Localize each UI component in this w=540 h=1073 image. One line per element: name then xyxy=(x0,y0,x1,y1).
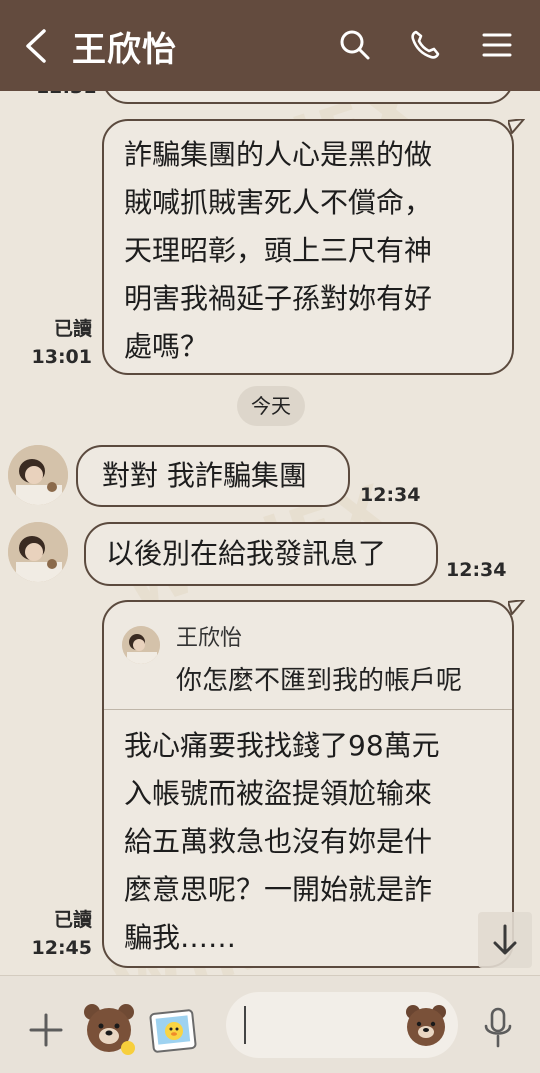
message-time: 13:01 xyxy=(31,346,92,368)
message-input[interactable] xyxy=(226,992,458,1058)
read-receipt-label: 已讀 xyxy=(53,909,92,931)
plus-icon[interactable] xyxy=(28,1012,64,1048)
phone-icon[interactable] xyxy=(408,28,442,62)
avatar-photo-icon xyxy=(122,626,160,664)
message-time: 12:34 xyxy=(446,559,507,581)
contact-avatar[interactable] xyxy=(8,522,68,582)
message-text: 我心痛要我找錢了98萬元 入帳號而被盜提領尬输來 給五萬救急也沒有妳是什 麼意思… xyxy=(124,729,440,954)
chat-area[interactable]: WikiFX WikiFX WikiFX 12:31 詐騙集團的人心是黑的做 賊… xyxy=(0,91,540,975)
back-chevron-icon[interactable] xyxy=(22,28,50,64)
chat-header: 王欣怡 xyxy=(0,0,540,91)
scroll-to-bottom-button[interactable] xyxy=(478,912,532,968)
message-bubble-received[interactable]: 對對 我詐騙集團 xyxy=(76,445,350,507)
microphone-icon[interactable] xyxy=(482,1006,514,1050)
bubble-tail-icon xyxy=(508,119,525,134)
reply-quote[interactable]: 王欣怡 你怎麼不匯到我的帳戶呢 xyxy=(104,602,512,710)
avatar-photo-icon xyxy=(8,522,68,582)
reply-avatar xyxy=(122,626,160,664)
date-separator: 今天 xyxy=(237,386,305,426)
arrow-down-icon xyxy=(493,924,517,955)
message-bubble-partial[interactable] xyxy=(102,91,514,104)
message-bubble-sent-reply[interactable]: 王欣怡 你怎麼不匯到我的帳戶呢 我心痛要我找錢了98萬元 入帳號而被盜提領尬输來… xyxy=(102,600,514,968)
bear-emoji-icon[interactable] xyxy=(404,1002,448,1048)
read-receipt-label: 已讀 xyxy=(53,318,92,340)
reply-sender-name: 王欣怡 xyxy=(176,626,243,651)
photo-sticker-icon[interactable] xyxy=(148,1006,198,1056)
contact-avatar[interactable] xyxy=(8,445,68,505)
message-time: 12:31 xyxy=(36,91,96,99)
bubble-tail-icon xyxy=(508,600,525,615)
reply-quoted-text: 你怎麼不匯到我的帳戶呢 xyxy=(176,666,463,696)
hamburger-menu-icon[interactable] xyxy=(480,28,514,62)
message-text: 詐騙集團的人心是黑的做 賊喊抓賊害死人不償命， 天理昭彰，頭上三尺有神 明害我禍… xyxy=(124,138,433,363)
search-icon[interactable] xyxy=(338,28,372,62)
message-text: 以後別在給我發訊息了 xyxy=(106,537,387,570)
message-bubble-sent[interactable]: 詐騙集團的人心是黑的做 賊喊抓賊害死人不償命， 天理昭彰，頭上三尺有神 明害我禍… xyxy=(102,119,514,375)
composer-bar xyxy=(0,975,540,1073)
message-text: 對對 我詐騙集團 xyxy=(102,459,307,492)
message-time: 12:45 xyxy=(31,937,92,959)
message-time: 12:34 xyxy=(360,484,421,506)
text-cursor xyxy=(244,1006,246,1044)
avatar-photo-icon xyxy=(8,445,68,505)
chat-title: 王欣怡 xyxy=(72,30,177,70)
brown-bear-sticker-icon[interactable] xyxy=(80,1000,138,1058)
message-bubble-received[interactable]: 以後別在給我發訊息了 xyxy=(84,522,438,586)
